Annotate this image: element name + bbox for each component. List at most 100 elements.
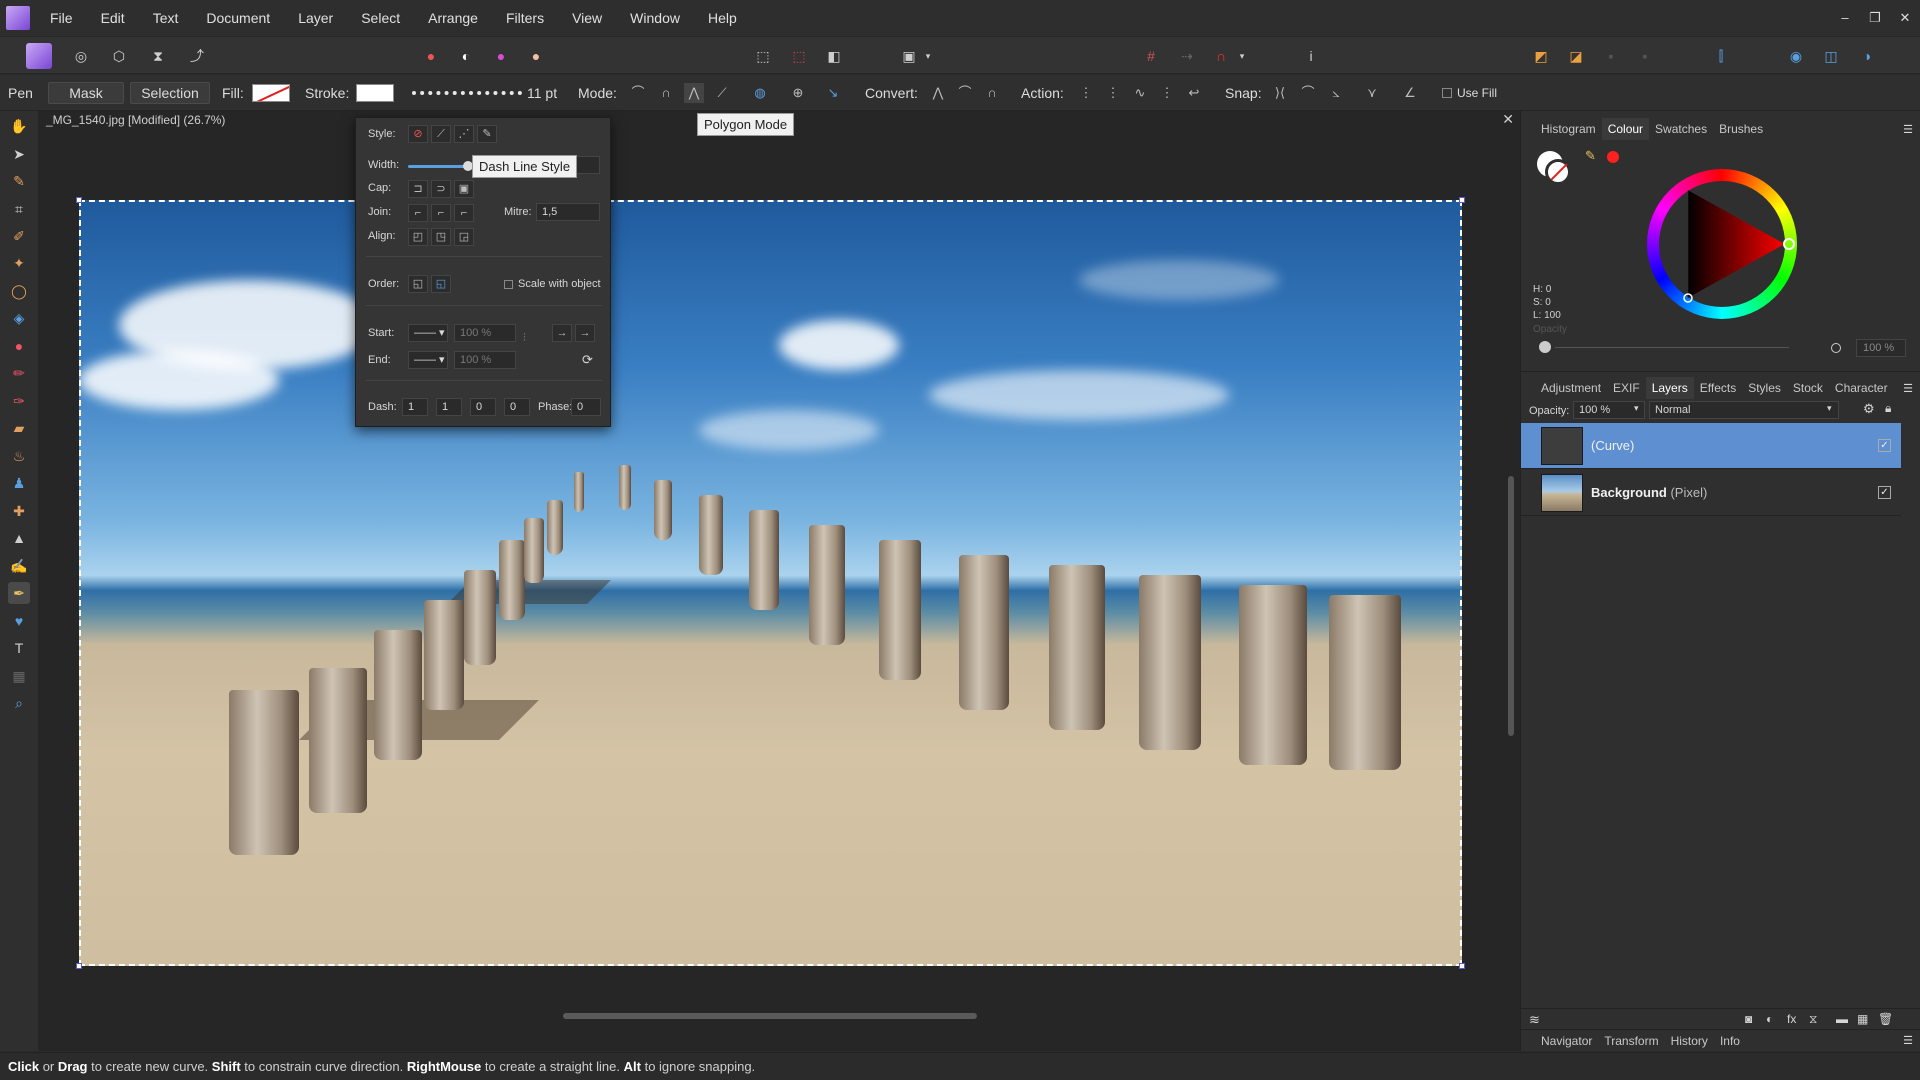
arrange-back-icon[interactable]: ◪: [1565, 45, 1587, 67]
menu-document[interactable]: Document: [192, 0, 284, 36]
boolean-icon[interactable]: ◫: [1820, 45, 1842, 67]
smudge-tool-icon[interactable]: ✍: [8, 555, 30, 577]
menu-edit[interactable]: Edit: [87, 0, 139, 36]
sharpen-tool-icon[interactable]: ▲: [8, 527, 30, 549]
end-arrow-select[interactable]: —— ▾: [408, 351, 448, 369]
live-filter-icon[interactable]: ⧖: [1809, 1012, 1817, 1027]
panel-menu-icon[interactable]: ☰: [1903, 123, 1913, 136]
resize-handle[interactable]: [76, 963, 82, 969]
smart-mode-icon[interactable]: ∩: [656, 83, 676, 103]
hand-tool-icon[interactable]: ✋: [8, 115, 30, 137]
deselect-icon[interactable]: ⬚: [788, 45, 810, 67]
swap-arrows-icon[interactable]: ⟳: [582, 352, 593, 368]
join-curves-icon[interactable]: ⋮: [1157, 83, 1177, 103]
arrow-inside-icon[interactable]: →: [552, 324, 572, 342]
opacity-slider-start[interactable]: [1539, 341, 1551, 353]
layer-visibility-checkbox[interactable]: ✓: [1878, 486, 1891, 499]
color-balance-icon[interactable]: ●: [490, 45, 512, 67]
layer-visibility-checkbox[interactable]: ✓: [1878, 439, 1891, 452]
tab-history[interactable]: History: [1665, 1030, 1714, 1052]
tab-adjustment[interactable]: Adjustment: [1535, 377, 1607, 399]
tab-character[interactable]: Character: [1829, 377, 1894, 399]
assistant-icon[interactable]: ◉: [1785, 45, 1807, 67]
convert-sharp-icon[interactable]: ⋀: [928, 83, 948, 103]
tab-histogram[interactable]: Histogram: [1535, 118, 1602, 140]
info-icon[interactable]: i: [1300, 45, 1322, 67]
dodge-tool-icon[interactable]: ♨: [8, 445, 30, 467]
tab-colour[interactable]: Colour: [1601, 118, 1650, 140]
tab-brushes[interactable]: Brushes: [1713, 118, 1769, 140]
round-join-icon[interactable]: ⌐: [431, 204, 451, 222]
resize-handle[interactable]: [1459, 197, 1465, 203]
add-curve-icon[interactable]: ⊕: [788, 83, 808, 103]
link-icon[interactable]: ⫶: [523, 332, 526, 345]
tab-stock[interactable]: Stock: [1787, 377, 1829, 399]
stroke-style-preview[interactable]: [412, 91, 522, 95]
snap-off-icon[interactable]: ⇢: [1176, 45, 1198, 67]
dash-field-1[interactable]: 1: [402, 398, 428, 416]
minimize-button[interactable]: –: [1830, 0, 1860, 36]
butt-cap-icon[interactable]: ⊐: [408, 180, 428, 198]
dash-field-4[interactable]: 0: [504, 398, 530, 416]
mitre-field[interactable]: 1,5: [536, 203, 600, 221]
contrast-icon[interactable]: ◐: [455, 45, 477, 67]
arrange-backward-icon[interactable]: ▪: [1634, 45, 1656, 67]
snap-angles-icon[interactable]: ⦣: [1326, 83, 1346, 103]
mask-button[interactable]: Mask: [48, 82, 124, 104]
move-tool-icon[interactable]: ➤: [8, 143, 30, 165]
close-document-icon[interactable]: ✕: [1502, 111, 1514, 128]
invert-selection-icon[interactable]: ◧: [823, 45, 845, 67]
chevron-down-icon[interactable]: ▾: [1827, 403, 1832, 414]
shape-tool-icon[interactable]: ♥: [8, 610, 30, 632]
stroke-color-well[interactable]: [1545, 159, 1571, 185]
selection-button[interactable]: Selection: [130, 82, 210, 104]
new-curve-icon[interactable]: ◍: [750, 83, 770, 103]
color-picker-tool-icon[interactable]: ✎: [8, 170, 30, 192]
opacity-slider-track[interactable]: [1555, 347, 1789, 348]
layers-stack-icon[interactable]: ≋: [1529, 1012, 1540, 1028]
opacity-field[interactable]: 100 %: [1856, 339, 1906, 357]
mask-layer-icon[interactable]: ◙: [1745, 1012, 1752, 1026]
trash-icon[interactable]: 🗑︎: [1878, 1012, 1893, 1026]
group-icon[interactable]: ▬: [1836, 1012, 1848, 1026]
document-tab[interactable]: _MG_1540.jpg [Modified] (26.7%): [46, 113, 225, 127]
menu-select[interactable]: Select: [347, 0, 414, 36]
text-tool-icon[interactable]: T: [8, 637, 30, 659]
menu-file[interactable]: File: [36, 0, 87, 36]
menu-window[interactable]: Window: [616, 0, 694, 36]
dash-line-icon[interactable]: ⋰: [454, 125, 474, 143]
tab-navigator[interactable]: Navigator: [1535, 1030, 1598, 1052]
stroke-width-value[interactable]: 11 pt: [527, 75, 557, 111]
healing-tool-icon[interactable]: ✚: [8, 500, 30, 522]
layer-row-background[interactable]: Background (Pixel) ✓: [1521, 470, 1901, 516]
gradient-tool-icon[interactable]: ●: [8, 335, 30, 357]
layer-row-curve[interactable]: (Curve) ✓: [1521, 423, 1901, 469]
add-pixel-layer-icon[interactable]: ▦: [1857, 1012, 1868, 1026]
dash-field-2[interactable]: 1: [436, 398, 462, 416]
panel-menu-icon[interactable]: ☰: [1903, 382, 1913, 395]
menu-text[interactable]: Text: [139, 0, 193, 36]
snapping-magnet-icon[interactable]: ∩: [1210, 45, 1232, 67]
align-outside-icon[interactable]: ◲: [454, 228, 474, 246]
arrow-outside-icon[interactable]: →: [575, 324, 595, 342]
convert-smooth-icon[interactable]: ⌒: [955, 83, 975, 103]
marquee-tool-icon[interactable]: ◯: [8, 280, 30, 302]
close-curve-icon[interactable]: ⋮: [1103, 83, 1123, 103]
paint-brush-icon[interactable]: ✏: [8, 362, 30, 384]
snap-curves-icon[interactable]: ⌒: [1298, 83, 1318, 103]
width-slider[interactable]: [408, 165, 468, 168]
menu-filters[interactable]: Filters: [492, 0, 558, 36]
align-icon[interactable]: ⫿: [1710, 45, 1732, 67]
break-curve-icon[interactable]: ⋮: [1076, 83, 1096, 103]
rubber-band-icon[interactable]: ↘: [823, 83, 843, 103]
texture-line-icon[interactable]: ✎: [477, 125, 497, 143]
color-picker-icon[interactable]: ◑: [1856, 45, 1878, 67]
stroke-swatch[interactable]: [356, 84, 394, 102]
tab-info[interactable]: Info: [1714, 1030, 1746, 1052]
menu-layer[interactable]: Layer: [284, 0, 347, 36]
square-cap-icon[interactable]: ▣: [454, 180, 474, 198]
restore-button[interactable]: ❐: [1860, 0, 1890, 36]
fill-swatch[interactable]: [252, 84, 290, 102]
end-scale-field[interactable]: 100 %: [454, 351, 516, 369]
resize-handle[interactable]: [76, 197, 82, 203]
